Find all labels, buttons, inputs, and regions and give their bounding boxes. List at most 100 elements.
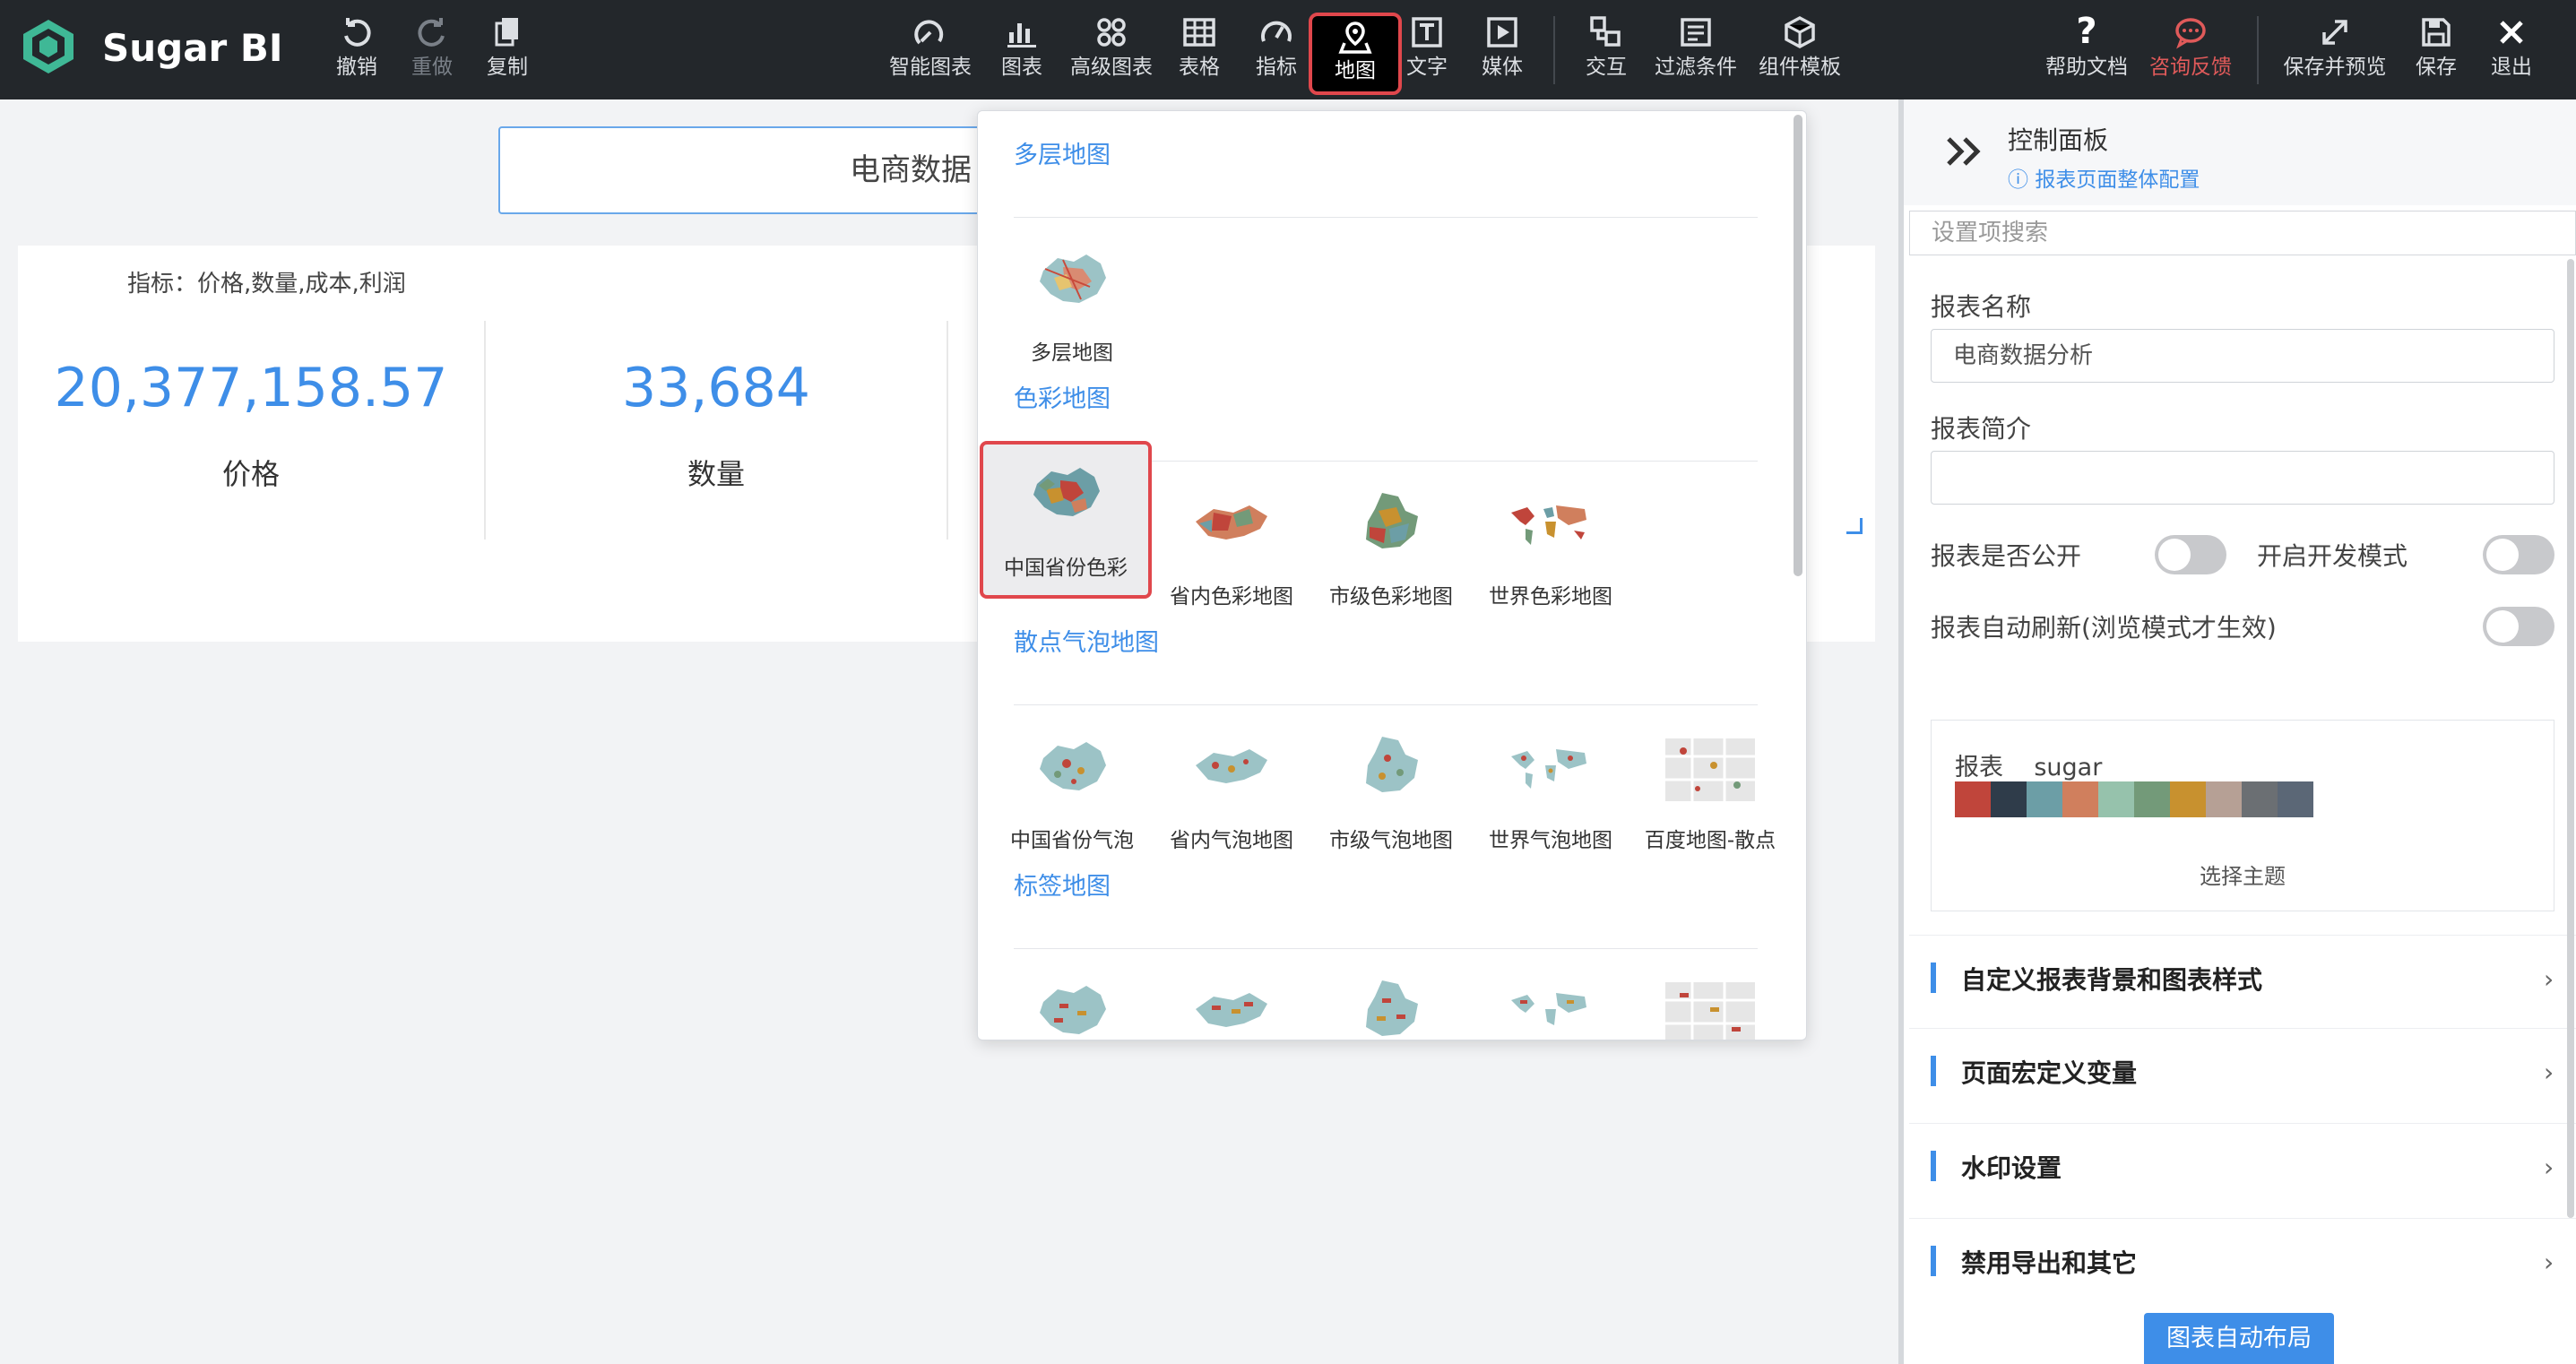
map-item-baidu-tag[interactable] — [1630, 961, 1790, 1040]
section-title: 散点气泡地图 — [1014, 629, 1159, 657]
copy-button[interactable]: 复制 — [479, 9, 536, 91]
map-item-multilayer[interactable]: 多层地图 — [992, 229, 1152, 376]
control-panel: 控制面板 ⓘ 报表页面整体配置 设置项搜索 报表名称 电商数据分析 报表简介 报… — [1898, 99, 2576, 1364]
accordion-marker — [1931, 963, 1936, 993]
chevron-right-icon: › — [2544, 964, 2554, 994]
map-item-city-bubble[interactable]: 市级气泡地图 — [1311, 717, 1471, 864]
undo-button[interactable]: 撤销 — [328, 9, 385, 91]
expand-icon — [2278, 9, 2391, 54]
dev-mode-toggle[interactable] — [2483, 535, 2554, 574]
map-item-city-color[interactable]: 市级色彩地图 — [1311, 473, 1471, 620]
map-item-city-tag[interactable] — [1311, 961, 1471, 1040]
chat-icon — [2146, 9, 2235, 54]
report-desc-label: 报表简介 — [1931, 414, 2032, 444]
accordion-watermark[interactable]: 水印设置 › — [1909, 1123, 2576, 1216]
panel-header: 控制面板 ⓘ 报表页面整体配置 — [1904, 99, 2576, 205]
help-icon: ? — [2076, 11, 2097, 52]
theme-swatch — [2206, 781, 2242, 817]
report-desc-input[interactable] — [1931, 451, 2554, 505]
multilayer-map-thumbnail — [1040, 255, 1106, 303]
redo-icon — [403, 9, 461, 54]
map-item-world-bubble[interactable]: 世界气泡地图 — [1471, 717, 1630, 864]
media-button[interactable]: 媒体 — [1474, 9, 1531, 91]
report-title-component[interactable]: 电商数据 — [498, 126, 982, 214]
map-item-world-color[interactable]: 世界色彩地图 — [1471, 473, 1630, 620]
map-item-province-color[interactable]: 省内色彩地图 — [1152, 473, 1311, 620]
accordion-marker — [1931, 1056, 1936, 1086]
interact-icon — [1578, 9, 1635, 54]
save-preview-button[interactable]: 保存并预览 — [2278, 9, 2391, 91]
report-name-input[interactable]: 电商数据分析 — [1931, 329, 2554, 383]
indicator-button[interactable]: 指标 — [1248, 9, 1305, 91]
advanced-chart-button[interactable]: 高级图表 — [1067, 9, 1156, 91]
baidu-tag-map-thumbnail — [1665, 982, 1755, 1040]
theme-color-swatches — [1955, 781, 2313, 817]
auto-layout-button[interactable]: 图表自动布局 — [2144, 1313, 2334, 1364]
accordion-macro-variables[interactable]: 页面宏定义变量 › — [1909, 1028, 2576, 1121]
page-config-link[interactable]: ⓘ 报表页面整体配置 — [2008, 162, 2200, 193]
interact-button[interactable]: 交互 — [1578, 9, 1635, 91]
map-item-province-bubble[interactable]: 省内气泡地图 — [1152, 717, 1311, 864]
consult-button[interactable]: 咨询反馈 — [2146, 9, 2235, 91]
world-tag-map-thumbnail — [1511, 993, 1586, 1025]
auto-refresh-toggle[interactable] — [2483, 607, 2554, 646]
accordion-background-style[interactable]: 自定义报表背景和图表样式 › — [1909, 935, 2576, 1028]
kpi-divider — [947, 321, 948, 540]
theme-swatch — [2098, 781, 2134, 817]
chevron-right-icon: › — [2544, 1152, 2554, 1182]
kpi-item-price: 20,377,158.57 价格 — [18, 315, 484, 534]
map-item-china-province-color[interactable]: 中国省份色彩 — [980, 441, 1152, 599]
map-item-province-tag[interactable] — [1152, 961, 1311, 1040]
city-color-map-thumbnail — [1366, 493, 1418, 548]
filter-button[interactable]: 过滤条件 — [1651, 9, 1741, 91]
section-bubble-map: 散点气泡地图 — [1014, 626, 1758, 705]
help-circle-icon: ⓘ — [2008, 168, 2036, 192]
double-chevron-right-icon[interactable] — [1943, 134, 1986, 169]
toolbar-divider — [2257, 16, 2259, 84]
text-icon — [1398, 9, 1456, 54]
map-button[interactable]: 地图 — [1309, 13, 1402, 95]
chart-button[interactable]: 图表 — [993, 9, 1050, 91]
baidu-scatter-map-thumbnail — [1665, 738, 1755, 801]
theme-swatch — [1955, 781, 1991, 817]
panel-scrollbar[interactable] — [2567, 259, 2574, 1218]
section-tag-map: 标签地图 — [1014, 869, 1758, 949]
dropdown-scrollbar[interactable] — [1794, 115, 1802, 576]
advanced-chart-icon — [1067, 9, 1156, 54]
kpi-item-quantity: 33,684 数量 — [486, 315, 947, 534]
template-button[interactable]: 组件模板 — [1755, 9, 1845, 91]
world-color-map-thumbnail — [1511, 505, 1586, 545]
select-theme-button[interactable]: 选择主题 — [1932, 859, 2554, 890]
auto-refresh-label: 报表自动刷新(浏览模式才生效) — [1931, 613, 2277, 643]
help-button[interactable]: ? 帮助文档 — [2042, 9, 2131, 91]
report-title-text: 电商数据 — [850, 152, 972, 188]
smart-chart-button[interactable]: 智能图表 — [886, 9, 975, 91]
theme-swatch — [2134, 781, 2170, 817]
save-button[interactable]: 保存 — [2407, 9, 2465, 91]
table-button[interactable]: 表格 — [1171, 9, 1228, 91]
map-item-china-tag[interactable] — [992, 961, 1152, 1040]
accordion-disable-export[interactable]: 禁用导出和其它 › — [1909, 1218, 2576, 1311]
public-toggle[interactable] — [2155, 535, 2226, 574]
theme-swatch — [2242, 781, 2278, 817]
table-icon — [1171, 9, 1228, 54]
redo-button[interactable]: 重做 — [403, 9, 461, 91]
world-bubble-map-thumbnail — [1511, 749, 1586, 789]
undo-icon — [328, 9, 385, 54]
resize-handle[interactable] — [1846, 518, 1863, 534]
kpi-value: 33,684 — [622, 357, 810, 419]
text-button[interactable]: 文字 — [1398, 9, 1456, 91]
map-item-world-tag[interactable] — [1471, 961, 1630, 1040]
section-divider — [1014, 217, 1758, 218]
city-bubble-map-thumbnail — [1366, 737, 1418, 792]
exit-button[interactable]: 退出 — [2483, 9, 2540, 91]
dev-mode-label: 开启开发模式 — [2257, 541, 2408, 571]
map-item-baidu-scatter[interactable]: 百度地图-散点 — [1630, 717, 1790, 864]
section-title: 色彩地图 — [1014, 385, 1111, 413]
smart-chart-icon — [886, 9, 975, 54]
gauge-icon — [1248, 9, 1305, 54]
settings-search-input[interactable]: 设置项搜索 — [1909, 211, 2576, 255]
map-item-china-bubble[interactable]: 中国省份气泡 — [992, 717, 1152, 864]
toolbar-divider — [1553, 16, 1555, 84]
filter-icon — [1651, 9, 1741, 54]
